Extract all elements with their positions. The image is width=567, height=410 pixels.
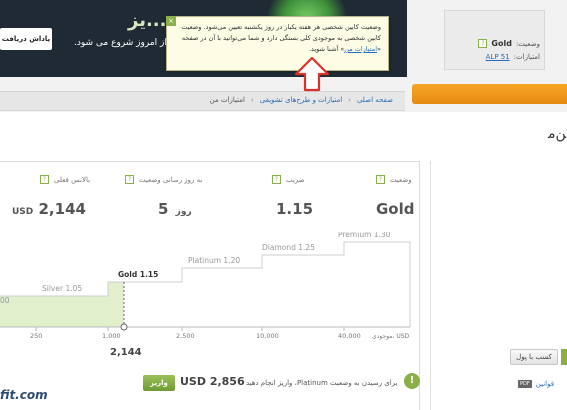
stat-update-label-text: به روز رسانی وضعیت — [139, 175, 203, 184]
account-points-label: امتیازات: — [513, 53, 540, 61]
chart-edge-label: 00 — [0, 296, 10, 305]
breadcrumb-separator: › — [250, 96, 254, 104]
info-icon: ! — [404, 373, 420, 389]
level-label-gold: Gold 1.15 — [118, 270, 158, 279]
account-status-row: وضعیت: Gold ? — [478, 39, 540, 48]
stat-status-label: وضعیت ? — [376, 175, 412, 184]
current-value-label: 2,144 — [110, 347, 142, 358]
stat-balance-unit: USD — [12, 207, 34, 217]
account-status-box: وضعیت: Gold ? امتیازات: ALP 51 — [444, 10, 545, 70]
help-icon[interactable]: ? — [478, 39, 488, 48]
earn-with-money-button[interactable]: کسب با پول — [510, 349, 558, 365]
stat-balance-number: 2,144 — [38, 200, 86, 218]
banner-bonus-button[interactable]: پاداش دریافت — [0, 28, 52, 50]
stat-multiplier-value: 1.15 — [276, 200, 314, 218]
breadcrumb-section[interactable]: امتیازات و طرح‌های تشویقی — [260, 96, 342, 104]
side-panel — [430, 161, 567, 410]
banner-subtitle: از امروز شروع می شود. — [74, 38, 167, 48]
status-tooltip: × وضعیت کابین شخصی هر هفته یکبار در روز … — [166, 16, 389, 71]
page-title: ﻦﻣ — [548, 126, 567, 142]
stat-balance-value: USD 2,144 — [10, 200, 86, 218]
level-step-chart: 250 1,000 2,500 10,000 40,000 00 Silver 1.05 Go… — [0, 232, 411, 358]
breadcrumb-separator: › — [348, 96, 351, 104]
stat-multiplier-label: ضریب ? — [272, 175, 305, 184]
help-icon[interactable]: ? — [40, 175, 49, 184]
stat-update-label: به روز رسانی وضعیت ? — [125, 175, 202, 184]
x-tick-label: 250 — [30, 332, 42, 340]
x-axis-label: موجودی، USD — [372, 333, 410, 340]
x-tick-label: 1,000 — [102, 332, 121, 340]
breadcrumb-current: امتیازات من — [209, 96, 245, 104]
deposit-button[interactable]: واریز — [143, 375, 175, 391]
help-icon[interactable]: ? — [376, 175, 385, 184]
current-marker-dot — [120, 323, 128, 331]
stat-update-number: 5 — [158, 200, 169, 218]
account-points-row: امتیازات: ALP 51 — [486, 53, 540, 61]
help-icon[interactable]: ? — [125, 175, 134, 184]
banner-title: ...یز — [128, 10, 167, 31]
stat-balance-label: بالانس فعلی ? — [40, 175, 90, 184]
level-label-premium: Premium 1.30 — [338, 232, 391, 239]
laws-link[interactable]: قوانین — [536, 380, 554, 388]
stat-status-label-text: وضعیت — [390, 175, 412, 184]
help-icon[interactable]: ? — [272, 175, 281, 184]
level-label-silver: Silver 1.05 — [42, 284, 82, 293]
orange-action-bar[interactable] — [412, 84, 567, 104]
stat-balance-label-text: بالانس فعلی — [54, 175, 91, 184]
arrow-up-icon — [294, 56, 330, 92]
level-label-diamond: Diamond 1.25 — [262, 243, 315, 252]
x-tick-label: 2,500 — [176, 332, 195, 340]
laws-link-row[interactable]: قوانین PDF — [518, 380, 554, 388]
account-status-label: وضعیت: — [515, 39, 540, 48]
side-accent-strip — [561, 349, 567, 365]
breadcrumb-home[interactable]: صفحه اصلی — [357, 96, 393, 104]
level-label-platinum: Platinum 1.20 — [188, 256, 240, 265]
stat-update-unit: روز — [175, 207, 192, 217]
x-tick-label: 40,000 — [338, 332, 361, 340]
tooltip-points-link[interactable]: امتیازات من — [344, 45, 377, 53]
tooltip-text-end: » آشنا شوید. — [308, 45, 345, 53]
next-level-note: برای رسیدن به وضعیت Platinum، واریز انجا… — [246, 379, 398, 387]
breadcrumb: صفحه اصلی › امتیازات و طرح‌های تشویقی › … — [0, 91, 405, 111]
x-tick-label: 10,000 — [256, 332, 279, 340]
stat-update-value: روز 5 — [158, 200, 192, 218]
account-points-link[interactable]: ALP 51 — [486, 53, 510, 61]
stat-status-value: Gold — [376, 200, 415, 218]
account-status-value: Gold — [491, 39, 512, 48]
required-deposit-amount: USD 2,856 — [180, 375, 245, 388]
stat-multiplier-label-text: ضریب — [286, 175, 305, 184]
close-icon[interactable]: × — [166, 16, 176, 26]
pdf-icon: PDF — [518, 380, 532, 388]
site-logo[interactable]: fit.com — [0, 388, 48, 402]
